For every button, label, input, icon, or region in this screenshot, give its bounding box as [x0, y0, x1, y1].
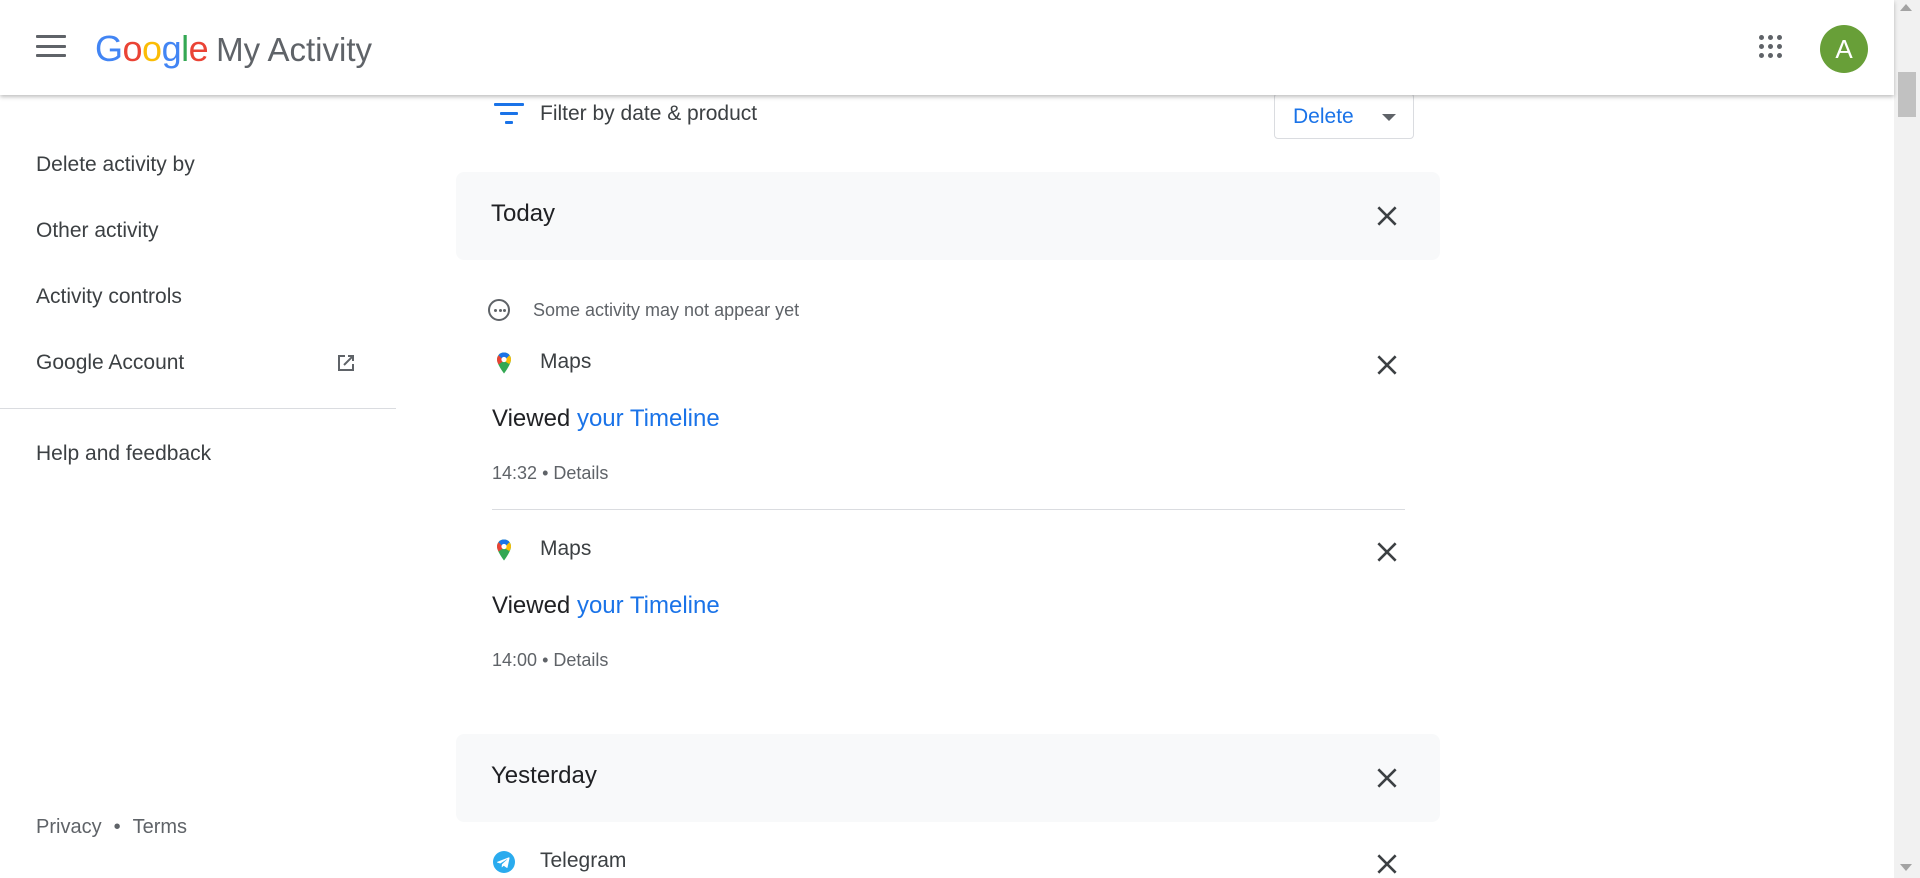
main-menu-icon[interactable] — [36, 35, 66, 57]
delete-button-label: Delete — [1293, 105, 1354, 128]
account-avatar[interactable]: A — [1820, 25, 1868, 73]
maps-pin-icon — [497, 352, 511, 374]
sidebar-footer: Privacy • Terms — [36, 816, 187, 839]
timeline-link[interactable]: your Timeline — [577, 405, 720, 432]
google-apps-icon[interactable] — [1759, 35, 1783, 59]
activity-notice: Some activity may not appear yet — [533, 300, 800, 320]
activity-title: Viewed your Timeline — [492, 405, 720, 432]
terms-link[interactable]: Terms — [133, 816, 187, 838]
activity-meta: 14:32 • Details — [492, 463, 609, 483]
product-name: Maps — [540, 537, 592, 560]
details-link[interactable]: Details — [553, 463, 608, 483]
delete-dropdown-button[interactable]: Delete — [1274, 93, 1414, 139]
day-header-yesterday: Yesterday — [456, 734, 1440, 822]
activity-title: Viewed your Timeline — [492, 592, 720, 619]
delete-item-close-icon[interactable] — [1374, 352, 1400, 378]
delete-day-close-icon[interactable] — [1374, 765, 1400, 791]
activity-time: 14:32 — [492, 463, 538, 483]
sidebar-item-activity-controls[interactable]: Activity controls — [36, 285, 182, 309]
sidebar-item-delete-activity-by[interactable]: Delete activity by — [36, 153, 195, 177]
sidebar-divider — [0, 408, 396, 409]
item-divider — [492, 509, 1405, 510]
product-name: Telegram — [540, 849, 627, 872]
scroll-up-arrow-icon[interactable] — [1900, 4, 1912, 11]
pending-icon — [488, 299, 510, 321]
day-title: Today — [491, 200, 556, 227]
google-my-activity-logo[interactable]: Google My Activity — [95, 28, 372, 70]
sidebar-item-other-activity[interactable]: Other activity — [36, 219, 159, 243]
delete-item-close-icon[interactable] — [1374, 539, 1400, 565]
product-name: Maps — [540, 350, 592, 373]
scroll-down-arrow-icon[interactable] — [1900, 864, 1912, 871]
delete-item-close-icon[interactable] — [1374, 851, 1400, 877]
activity-meta: 14:00 • Details — [492, 650, 609, 670]
sidebar-item-google-account[interactable]: Google Account — [36, 351, 184, 375]
page-scrollbar[interactable] — [1894, 0, 1920, 878]
day-title: Yesterday — [491, 762, 597, 789]
details-link[interactable]: Details — [553, 650, 608, 670]
telegram-icon — [493, 851, 515, 873]
delete-day-close-icon[interactable] — [1374, 203, 1400, 229]
top-app-bar: Google My Activity A — [0, 0, 1894, 95]
filter-icon[interactable] — [494, 103, 524, 125]
footer-separator: • — [113, 816, 121, 838]
filter-by-date-product-button[interactable]: Filter by date & product — [540, 102, 757, 126]
privacy-link[interactable]: Privacy — [36, 816, 102, 838]
sidebar-item-help-and-feedback[interactable]: Help and feedback — [36, 442, 211, 466]
product-name: My Activity — [216, 31, 372, 68]
scrollbar-thumb[interactable] — [1898, 72, 1916, 117]
timeline-link[interactable]: your Timeline — [577, 592, 720, 619]
open-in-new-icon — [338, 355, 354, 371]
day-header-today: Today — [456, 172, 1440, 260]
activity-time: 14:00 — [492, 650, 538, 670]
maps-pin-icon — [497, 539, 511, 561]
dropdown-arrow-icon — [1382, 114, 1396, 121]
